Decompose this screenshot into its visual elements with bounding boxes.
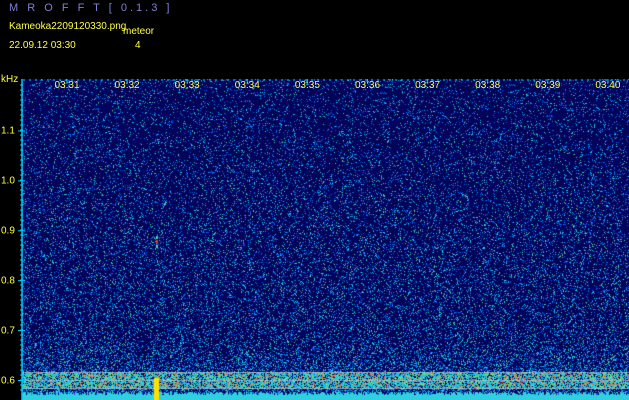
app-title: M R O F F T [ 0.1.3 ]	[9, 2, 173, 14]
event-count: 4	[135, 40, 141, 51]
frequency-label: 1.0	[1, 175, 15, 187]
time-label: 03:31	[54, 80, 80, 91]
frequency-label: 0.9	[1, 225, 15, 237]
frequency-label: 1.1	[1, 125, 15, 137]
spectrogram-canvas	[22, 79, 629, 400]
time-label: 03:40	[595, 80, 621, 91]
time-label: 03:37	[415, 80, 441, 91]
time-label: 03:34	[234, 80, 260, 91]
frequency-label: 0.6	[1, 375, 15, 386]
time-label: 03:32	[114, 80, 140, 91]
recording-datetime: 22.09.12 03:30	[9, 40, 76, 51]
spectrogram-plot	[22, 79, 629, 400]
time-label: 03:39	[535, 80, 561, 91]
time-label: 03:38	[475, 80, 501, 91]
file-name: Kameoka2209120330.png	[9, 21, 127, 32]
event-label: meteor	[123, 26, 155, 37]
frequency-unit-label: kHz	[1, 74, 19, 85]
frequency-label: 0.7	[1, 325, 15, 337]
time-label: 03:33	[174, 80, 200, 91]
frequency-label: 0.8	[1, 275, 15, 287]
time-label: 03:35	[294, 80, 320, 91]
time-label: 03:36	[354, 80, 381, 91]
